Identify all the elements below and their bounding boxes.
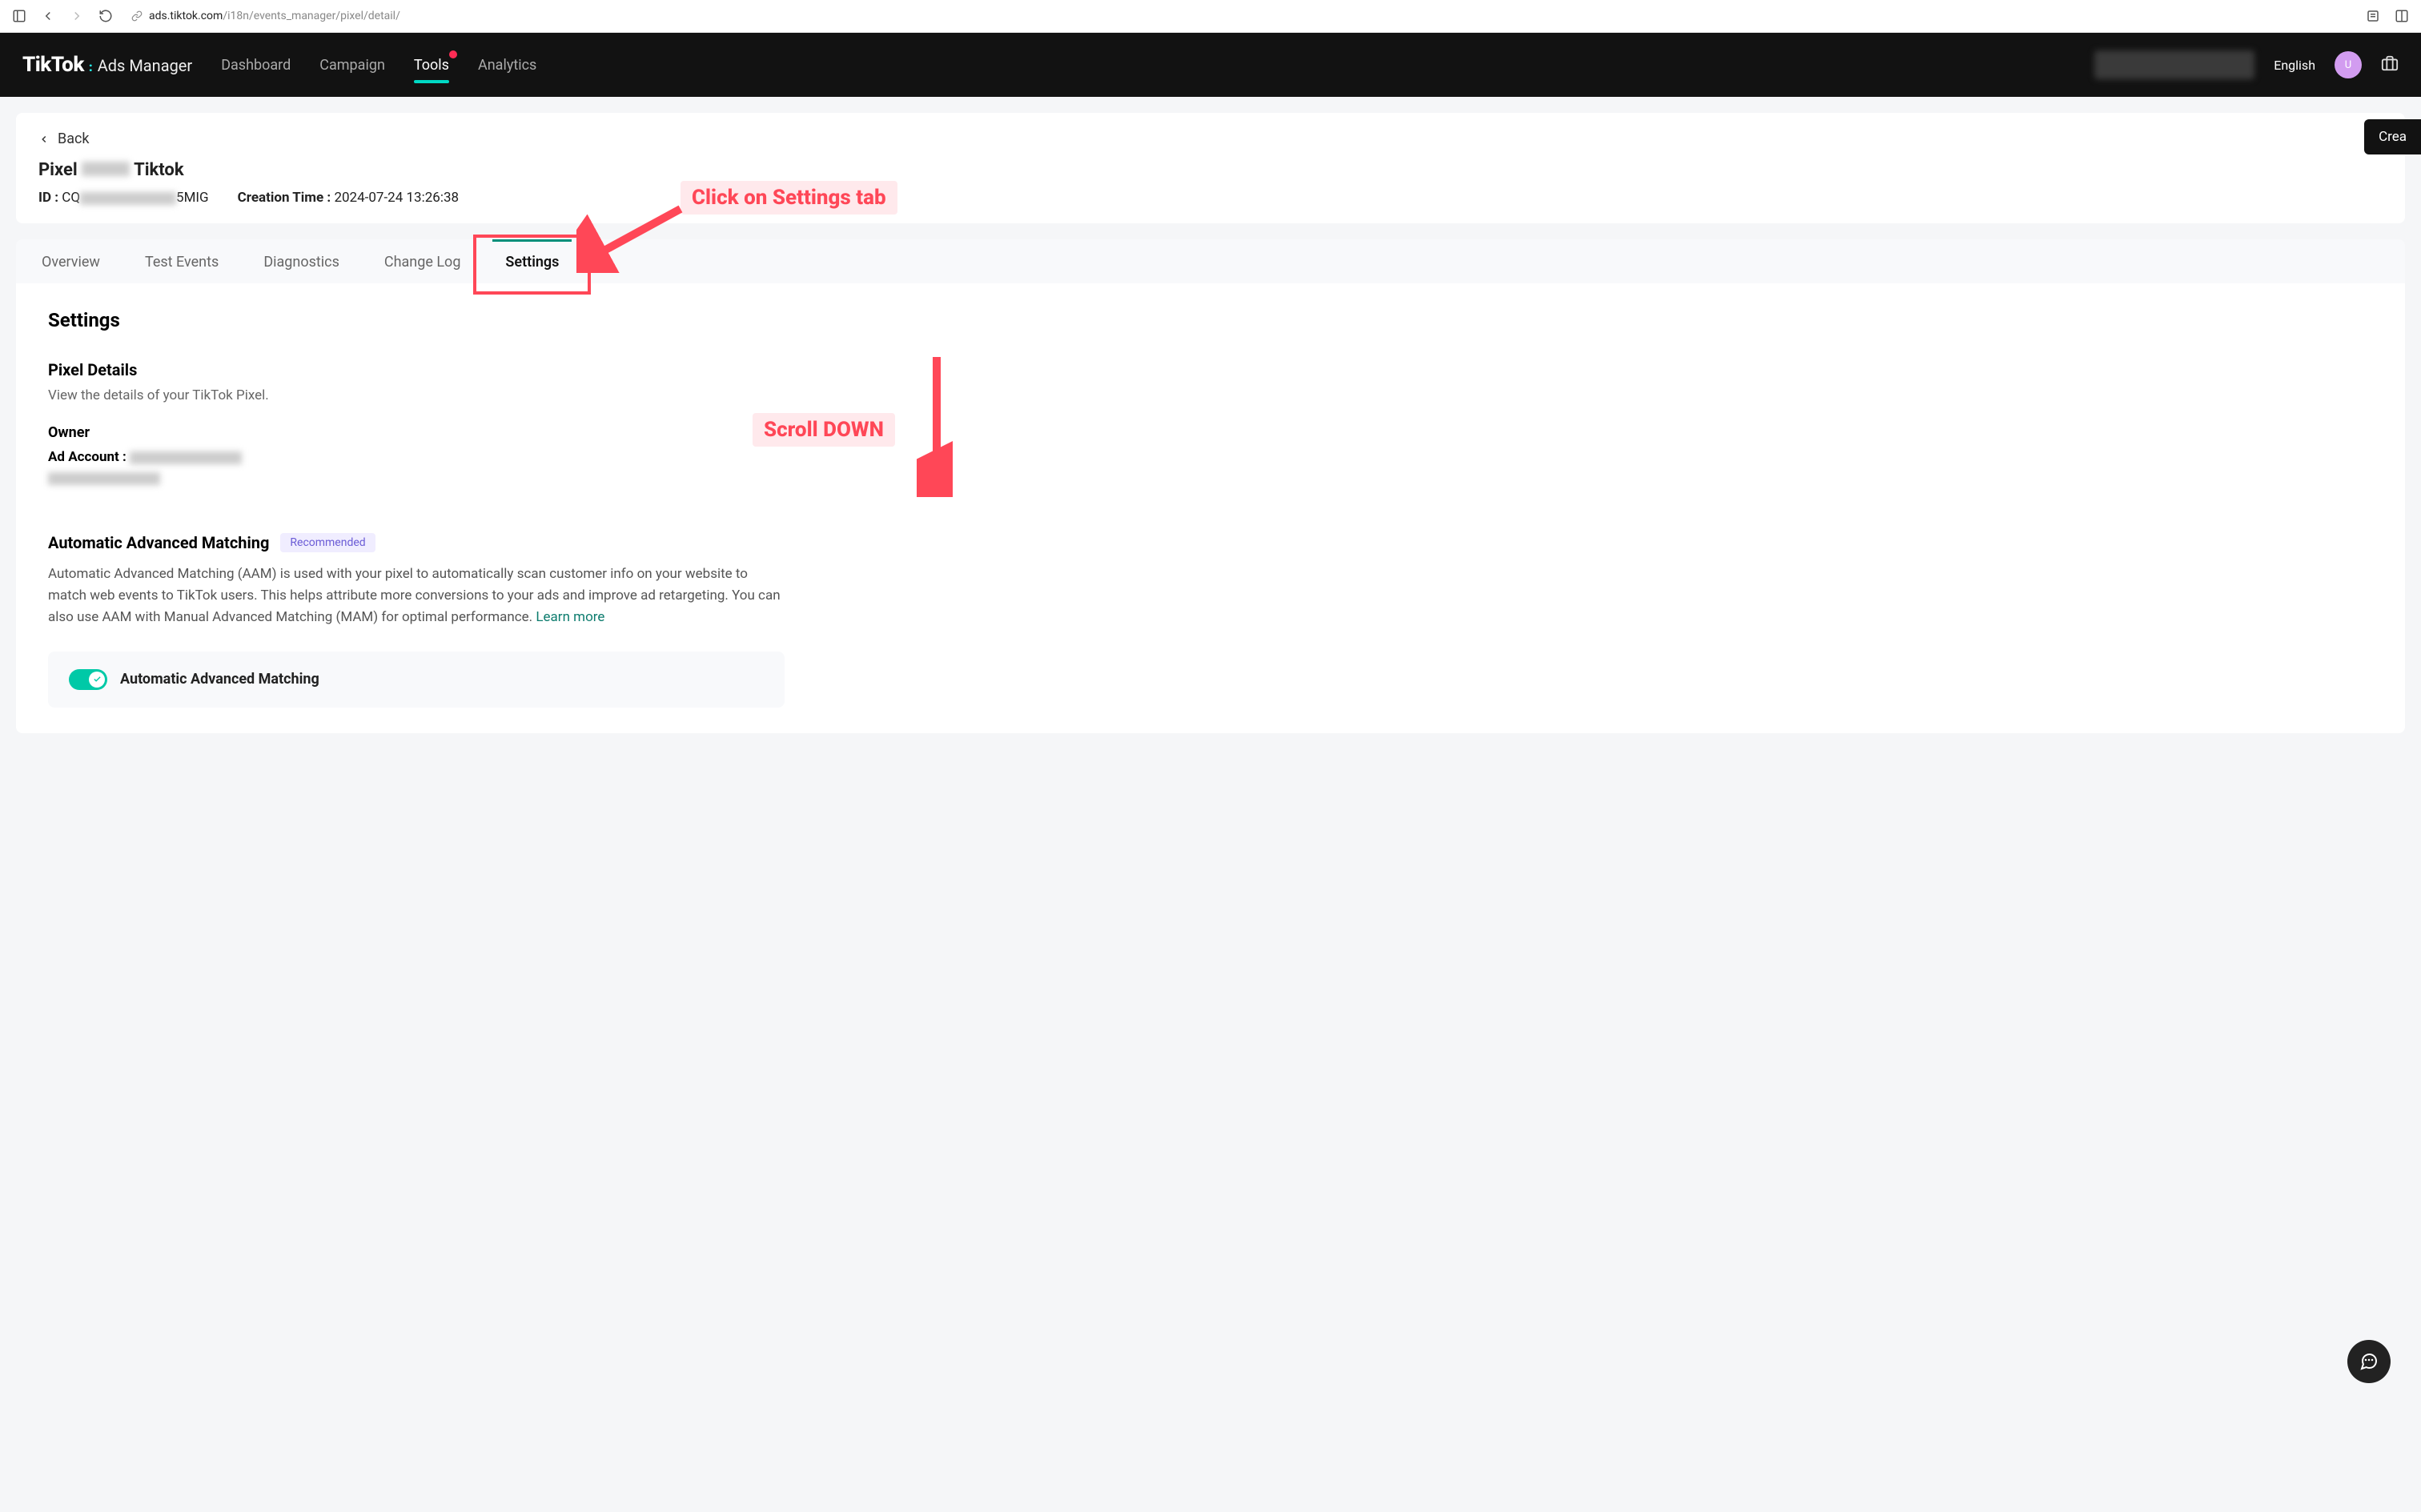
language-selector[interactable]: English — [2274, 58, 2315, 73]
pixel-meta: ID : CQ5MIG Creation Time : 2024-07-24 1… — [38, 190, 2383, 206]
app-header: TikTok: Ads Manager Dashboard Campaign T… — [0, 33, 2421, 97]
chat-button[interactable] — [2347, 1340, 2391, 1383]
pixel-details-title: Pixel Details — [48, 360, 2373, 379]
tabs-bar: Overview Test Events Diagnostics Change … — [16, 239, 2405, 283]
redacted-text — [48, 472, 160, 485]
nav-items: Dashboard Campaign Tools Analytics — [221, 36, 536, 94]
tab-diagnostics[interactable]: Diagnostics — [260, 239, 343, 283]
check-icon — [89, 672, 105, 688]
redacted-text — [130, 451, 242, 464]
aam-toggle[interactable] — [69, 669, 107, 690]
url-text: ads.tiktok.com/i18n/events_manager/pixel… — [149, 10, 400, 22]
pixel-id: ID : CQ5MIG — [38, 190, 209, 206]
pixel-title: Pixel Tiktok — [38, 160, 2383, 180]
chat-icon — [2359, 1352, 2379, 1371]
tab-test-events[interactable]: Test Events — [142, 239, 222, 283]
ad-account-row: Ad Account : — [48, 449, 2373, 465]
nav-tools[interactable]: Tools — [414, 36, 449, 94]
tab-overview[interactable]: Overview — [38, 239, 103, 283]
settings-panel: Settings Pixel Details View the details … — [16, 283, 2405, 733]
pixel-creation-time: Creation Time : 2024-07-24 13:26:38 — [238, 190, 459, 206]
nav-analytics[interactable]: Analytics — [478, 36, 536, 94]
nav-right: English U — [2094, 50, 2399, 79]
logo[interactable]: TikTok: Ads Manager — [22, 53, 192, 77]
reload-icon[interactable] — [96, 6, 115, 26]
tab-change-log[interactable]: Change Log — [381, 239, 464, 283]
avatar[interactable]: U — [2335, 51, 2362, 78]
link-icon — [131, 10, 143, 22]
briefcase-icon[interactable] — [2381, 54, 2399, 75]
page-body: Crea Back Pixel Tiktok ID : CQ5MIG Creat… — [0, 97, 2421, 1512]
nav-campaign[interactable]: Campaign — [319, 36, 385, 94]
logo-colon: : — [89, 59, 93, 74]
logo-subtitle: Ads Manager — [98, 56, 193, 75]
sidebar-toggle-icon[interactable] — [10, 6, 29, 26]
pixel-details-subtitle: View the details of your TikTok Pixel. — [48, 387, 2373, 403]
url-bar[interactable]: ads.tiktok.com/i18n/events_manager/pixel… — [125, 10, 2354, 22]
aam-header: Automatic Advanced Matching Recommended — [48, 533, 2373, 552]
redacted-text — [80, 192, 176, 205]
back-label: Back — [58, 130, 90, 147]
browser-toolbar: ads.tiktok.com/i18n/events_manager/pixel… — [0, 0, 2421, 33]
aam-description: Automatic Advanced Matching (AAM) is use… — [48, 563, 785, 629]
nav-tools-label: Tools — [414, 57, 449, 74]
owner-title: Owner — [48, 424, 2373, 441]
redacted-text — [82, 162, 130, 176]
chevron-left-icon — [38, 134, 50, 145]
pixel-header-card: Back Pixel Tiktok ID : CQ5MIG Creation T… — [16, 113, 2405, 223]
notification-dot-icon — [449, 50, 457, 58]
account-selector[interactable] — [2094, 50, 2254, 79]
aam-title: Automatic Advanced Matching — [48, 533, 269, 552]
reader-icon[interactable] — [2363, 6, 2383, 26]
aam-toggle-box: Automatic Advanced Matching — [48, 652, 785, 708]
create-button[interactable]: Crea — [2364, 119, 2421, 154]
back-button[interactable]: Back — [38, 130, 2383, 147]
settings-heading: Settings — [48, 309, 2373, 331]
tabs-icon[interactable] — [2392, 6, 2411, 26]
logo-text: TikTok — [22, 53, 84, 77]
nav-dashboard[interactable]: Dashboard — [221, 36, 291, 94]
recommended-badge: Recommended — [280, 533, 375, 552]
back-arrow-icon[interactable] — [38, 6, 58, 26]
forward-arrow-icon[interactable] — [67, 6, 86, 26]
ad-account-sub — [48, 470, 2373, 485]
aam-toggle-label: Automatic Advanced Matching — [120, 671, 319, 688]
learn-more-link[interactable]: Learn more — [536, 609, 604, 625]
tab-settings[interactable]: Settings — [502, 239, 562, 283]
